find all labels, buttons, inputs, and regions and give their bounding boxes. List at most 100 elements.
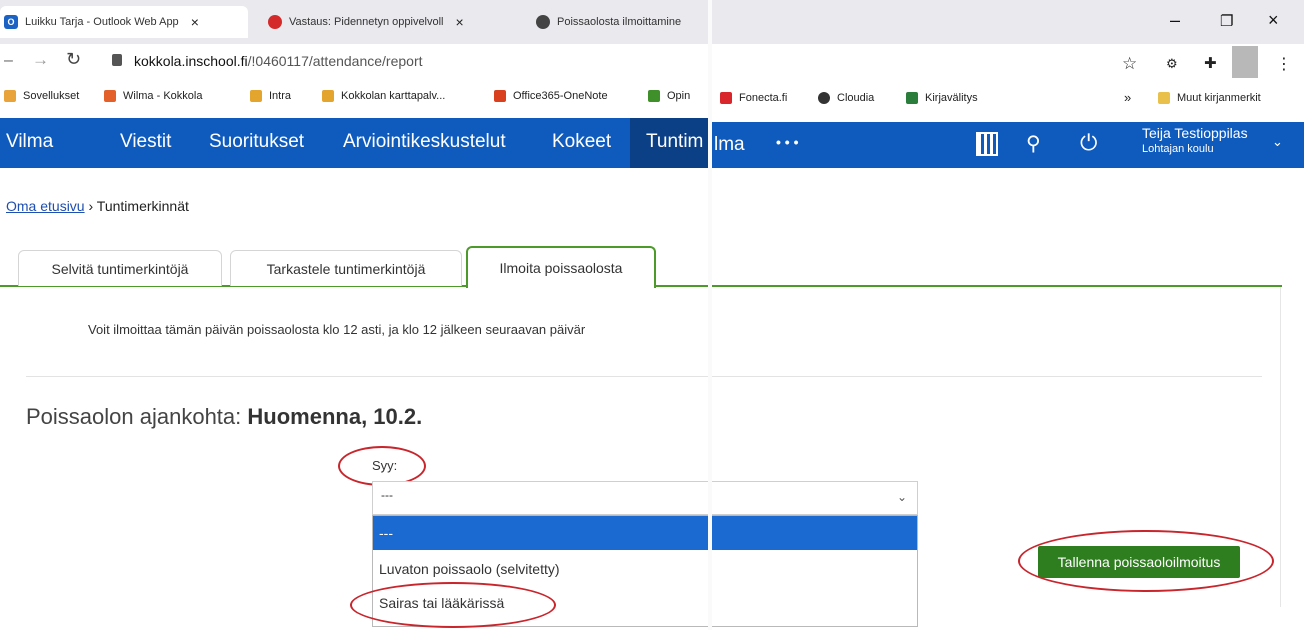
chevron-down-icon[interactable]: ⌄ [1272, 134, 1283, 150]
office-icon [494, 90, 506, 102]
puzzle-icon[interactable]: ✚ [1204, 54, 1217, 72]
tab-selvita[interactable]: Selvitä tuntimerkintöjä [18, 250, 222, 286]
browser-tab-vastaus[interactable]: Vastaus: Pidennetyn oppivelvoll × [268, 6, 514, 38]
bookmark-kirjavalitys[interactable]: Kirjavälitys [906, 92, 978, 104]
bookmark-cloudia[interactable]: Cloudia [818, 92, 874, 104]
extension-icon[interactable]: ⚙ [1166, 56, 1178, 72]
reason-selected: --- [381, 488, 393, 502]
bookmark-opin[interactable]: Opin [648, 90, 690, 102]
annotation-circle-reason [338, 446, 426, 486]
outlook-icon: O [4, 15, 18, 29]
qr-code-icon[interactable] [976, 132, 998, 156]
tab-ilmoita[interactable]: Ilmoita poissaolosta [466, 246, 656, 288]
info-text: Voit ilmoittaa tämän päivän poissaolosta… [88, 322, 586, 337]
bookmark-label: Sovellukset [23, 90, 80, 102]
nav-tuntimerkinnat[interactable]: Tuntim [646, 131, 703, 153]
wilma-icon [104, 90, 116, 102]
nav-viestit[interactable]: Viestit [120, 131, 171, 153]
school-name: Lohtajan koulu [1142, 143, 1214, 155]
close-icon[interactable]: × [191, 14, 199, 30]
reason-select[interactable]: --- [372, 481, 708, 515]
bookmarks-more-icon[interactable]: » [1124, 90, 1131, 105]
tab-title: Luikku Tarja - Outlook Web App [25, 16, 179, 28]
bookmark-fonecta[interactable]: Fonecta.fi [720, 92, 787, 104]
browser-tab-poissaolo[interactable]: Poissaolosta ilmoittamine [536, 6, 708, 38]
left-screenshot: O Luikku Tarja - Outlook Web App × Vasta… [0, 0, 708, 630]
bookmark-wilma[interactable]: Wilma - Kokkola [104, 90, 202, 102]
minimize-icon[interactable]: – [1170, 10, 1180, 31]
menu-icon[interactable]: ⋮ [1276, 54, 1292, 74]
wilma-logo[interactable]: Vilma [6, 131, 53, 153]
tab-title: Poissaolosta ilmoittamine [557, 16, 682, 28]
bookmark-label: Muut kirjanmerkit [1177, 92, 1261, 104]
bookmark-label: Wilma - Kokkola [123, 90, 203, 102]
bookmark-label: Intra [269, 90, 292, 102]
tabs-underline-right [712, 285, 1282, 287]
right-screenshot: – ❐ × ☆ ⚙ ✚ ⋮ Fonecta.fi Cloudia Kirjavä… [712, 0, 1304, 630]
panel-edge [1280, 287, 1281, 607]
lock-icon [112, 54, 122, 66]
restore-icon[interactable]: ❐ [1220, 12, 1233, 30]
tab-tarkastele[interactable]: Tarkastele tuntimerkintöjä [230, 250, 462, 286]
fonecta-icon [720, 92, 732, 104]
forward-icon[interactable]: → [32, 50, 49, 70]
power-icon[interactable]: ⏻ [1080, 130, 1097, 156]
nav-suoritukset[interactable]: Suoritukset [209, 131, 304, 153]
absence-time: Poissaolon ajankohta: Huomenna, 10.2. [26, 404, 422, 430]
url-field[interactable]: kokkola.inschool.fi/!0460117/attendance/… [134, 53, 423, 69]
bookmark-intra[interactable]: Intra [250, 90, 291, 102]
reason-option-luvaton[interactable]: Luvaton poissaolo (selvitetty) [373, 552, 708, 586]
back-icon[interactable]: – [4, 52, 13, 70]
folder-icon [250, 90, 262, 102]
reason-select-end[interactable]: ⌄ [712, 481, 918, 515]
bookmark-label: Fonecta.fi [739, 92, 788, 104]
browser-tab-outlook[interactable]: O Luikku Tarja - Outlook Web App × [0, 6, 248, 38]
wilma-navbar: Vilma Viestit Suoritukset Arviointikesku… [0, 118, 708, 168]
bookmark-label: Office365-OneNote [513, 90, 608, 102]
bookmark-label: Cloudia [837, 92, 875, 104]
browser-tab-strip: O Luikku Tarja - Outlook Web App × Vasta… [0, 0, 708, 44]
annotation-circle-sairas [350, 582, 556, 628]
folder-icon [322, 90, 334, 102]
tab-title: Vastaus: Pidennetyn oppivelvoll [289, 16, 444, 28]
title-bar [712, 0, 1304, 44]
window-close-icon[interactable]: × [1268, 10, 1279, 31]
breadcrumb-current: Tuntimerkinnät [96, 198, 189, 214]
absence-time-label: Poissaolon ajankohta: [26, 404, 242, 429]
bookmarks-bar: Sovellukset Wilma - Kokkola Intra Kokkol… [0, 80, 708, 116]
opin-icon [648, 90, 660, 102]
breadcrumb-home-link[interactable]: Oma etusivu [6, 198, 85, 214]
bookmark-karttapalvelu[interactable]: Kokkolan karttapalv... [322, 90, 445, 102]
mail-reply-icon [268, 15, 282, 29]
address-bar-row: – → ↻ kokkola.inschool.fi/!0460117/atten… [0, 44, 708, 80]
reason-option-empty[interactable]: --- [373, 516, 708, 550]
reload-icon[interactable]: ↻ [66, 49, 81, 70]
apps-icon [4, 90, 16, 102]
nav-kokeet[interactable]: Kokeet [552, 131, 611, 153]
breadcrumb-separator: › [88, 198, 94, 214]
avatar[interactable] [1232, 46, 1258, 78]
nav-arviointikeskustelut[interactable]: Arviointikeskustelut [343, 131, 506, 153]
bookmark-label: Kokkolan karttapalv... [341, 90, 446, 102]
folder-icon [1158, 92, 1170, 104]
divider [26, 376, 708, 377]
breadcrumb: Oma etusivu › Tuntimerkinnät [6, 198, 189, 214]
url-path: /!0460117/attendance/report [247, 53, 423, 69]
chevron-down-icon: ⌄ [896, 490, 907, 504]
user-menu[interactable]: Teija Testioppilas Lohtajan koulu [1142, 125, 1248, 155]
globe-icon [818, 92, 830, 104]
bookmark-sovellukset[interactable]: Sovellukset [4, 90, 79, 102]
other-bookmarks[interactable]: Muut kirjanmerkit [1158, 92, 1261, 104]
wilma-logo-fragment[interactable]: lma [714, 134, 745, 156]
divider-right [712, 376, 1262, 377]
url-host: kokkola.inschool.fi [134, 53, 248, 69]
star-icon[interactable]: ☆ [1122, 54, 1137, 74]
bookmark-onenote[interactable]: Office365-OneNote [494, 90, 608, 102]
more-menu-icon[interactable]: • • • [776, 134, 798, 150]
user-settings-icon[interactable]: ⚲ [1026, 131, 1041, 156]
close-icon[interactable]: × [456, 14, 464, 30]
globe-icon [536, 15, 550, 29]
user-name: Teija Testioppilas [1142, 125, 1248, 141]
annotation-circle-save [1018, 530, 1274, 592]
bookmark-label: Kirjavälitys [925, 92, 978, 104]
